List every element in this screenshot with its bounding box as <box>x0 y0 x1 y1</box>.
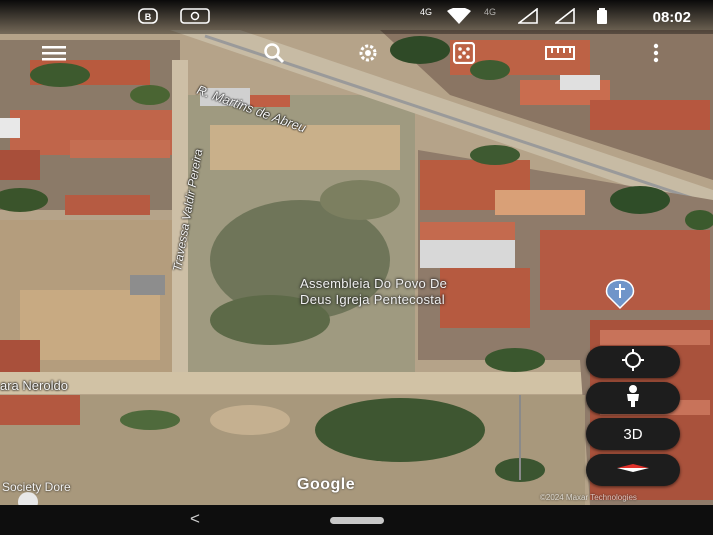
menu-icon[interactable] <box>38 38 70 68</box>
place-label-partial-bottom: Society Dore <box>2 480 71 494</box>
settings-icon[interactable] <box>352 38 384 68</box>
network-secondary-label: 4G <box>484 7 497 17</box>
ruler-icon[interactable] <box>544 38 576 68</box>
more-icon[interactable] <box>640 38 672 68</box>
wifi-icon <box>446 7 472 27</box>
compass-button[interactable] <box>586 454 680 486</box>
status-bar: B 4G 4G 08:02 <box>0 0 713 34</box>
notification-app-icon <box>180 8 210 27</box>
system-nav-bar: < <box>0 505 713 535</box>
my-location-button[interactable] <box>586 346 680 378</box>
google-logo: Google <box>297 476 356 493</box>
back-button[interactable]: < <box>190 509 200 529</box>
compass-icon <box>615 456 651 484</box>
signal-icon <box>516 7 538 27</box>
dice-icon[interactable] <box>448 38 480 68</box>
view-3d-label: 3D <box>623 425 643 443</box>
svg-text:B: B <box>145 12 152 22</box>
battery-icon <box>596 8 608 27</box>
poi-label-line-2: Deus Igreja Pentecostal <box>300 292 445 307</box>
view-3d-button[interactable]: 3D <box>586 418 680 450</box>
road-label-partial-left: ara Neroldo <box>0 378 68 393</box>
signal-icon-2 <box>553 7 575 27</box>
pegman-icon <box>623 384 643 412</box>
home-gesture-bar[interactable] <box>330 517 384 524</box>
poi-church-label[interactable]: Assembleia Do Povo De Deus Igreja Pentec… <box>300 276 447 308</box>
network-primary-label: 4G <box>420 7 433 17</box>
search-icon[interactable] <box>258 38 290 68</box>
street-view-button[interactable] <box>586 382 680 414</box>
status-clock: 08:02 <box>652 9 691 26</box>
map-toolbar <box>0 34 713 72</box>
imagery-credit: ©2024 Maxar Technologies <box>540 493 637 502</box>
poi-label-line-1: Assembleia Do Povo De <box>300 276 448 291</box>
notification-b-icon: B <box>138 8 158 27</box>
crosshair-icon <box>621 348 645 376</box>
